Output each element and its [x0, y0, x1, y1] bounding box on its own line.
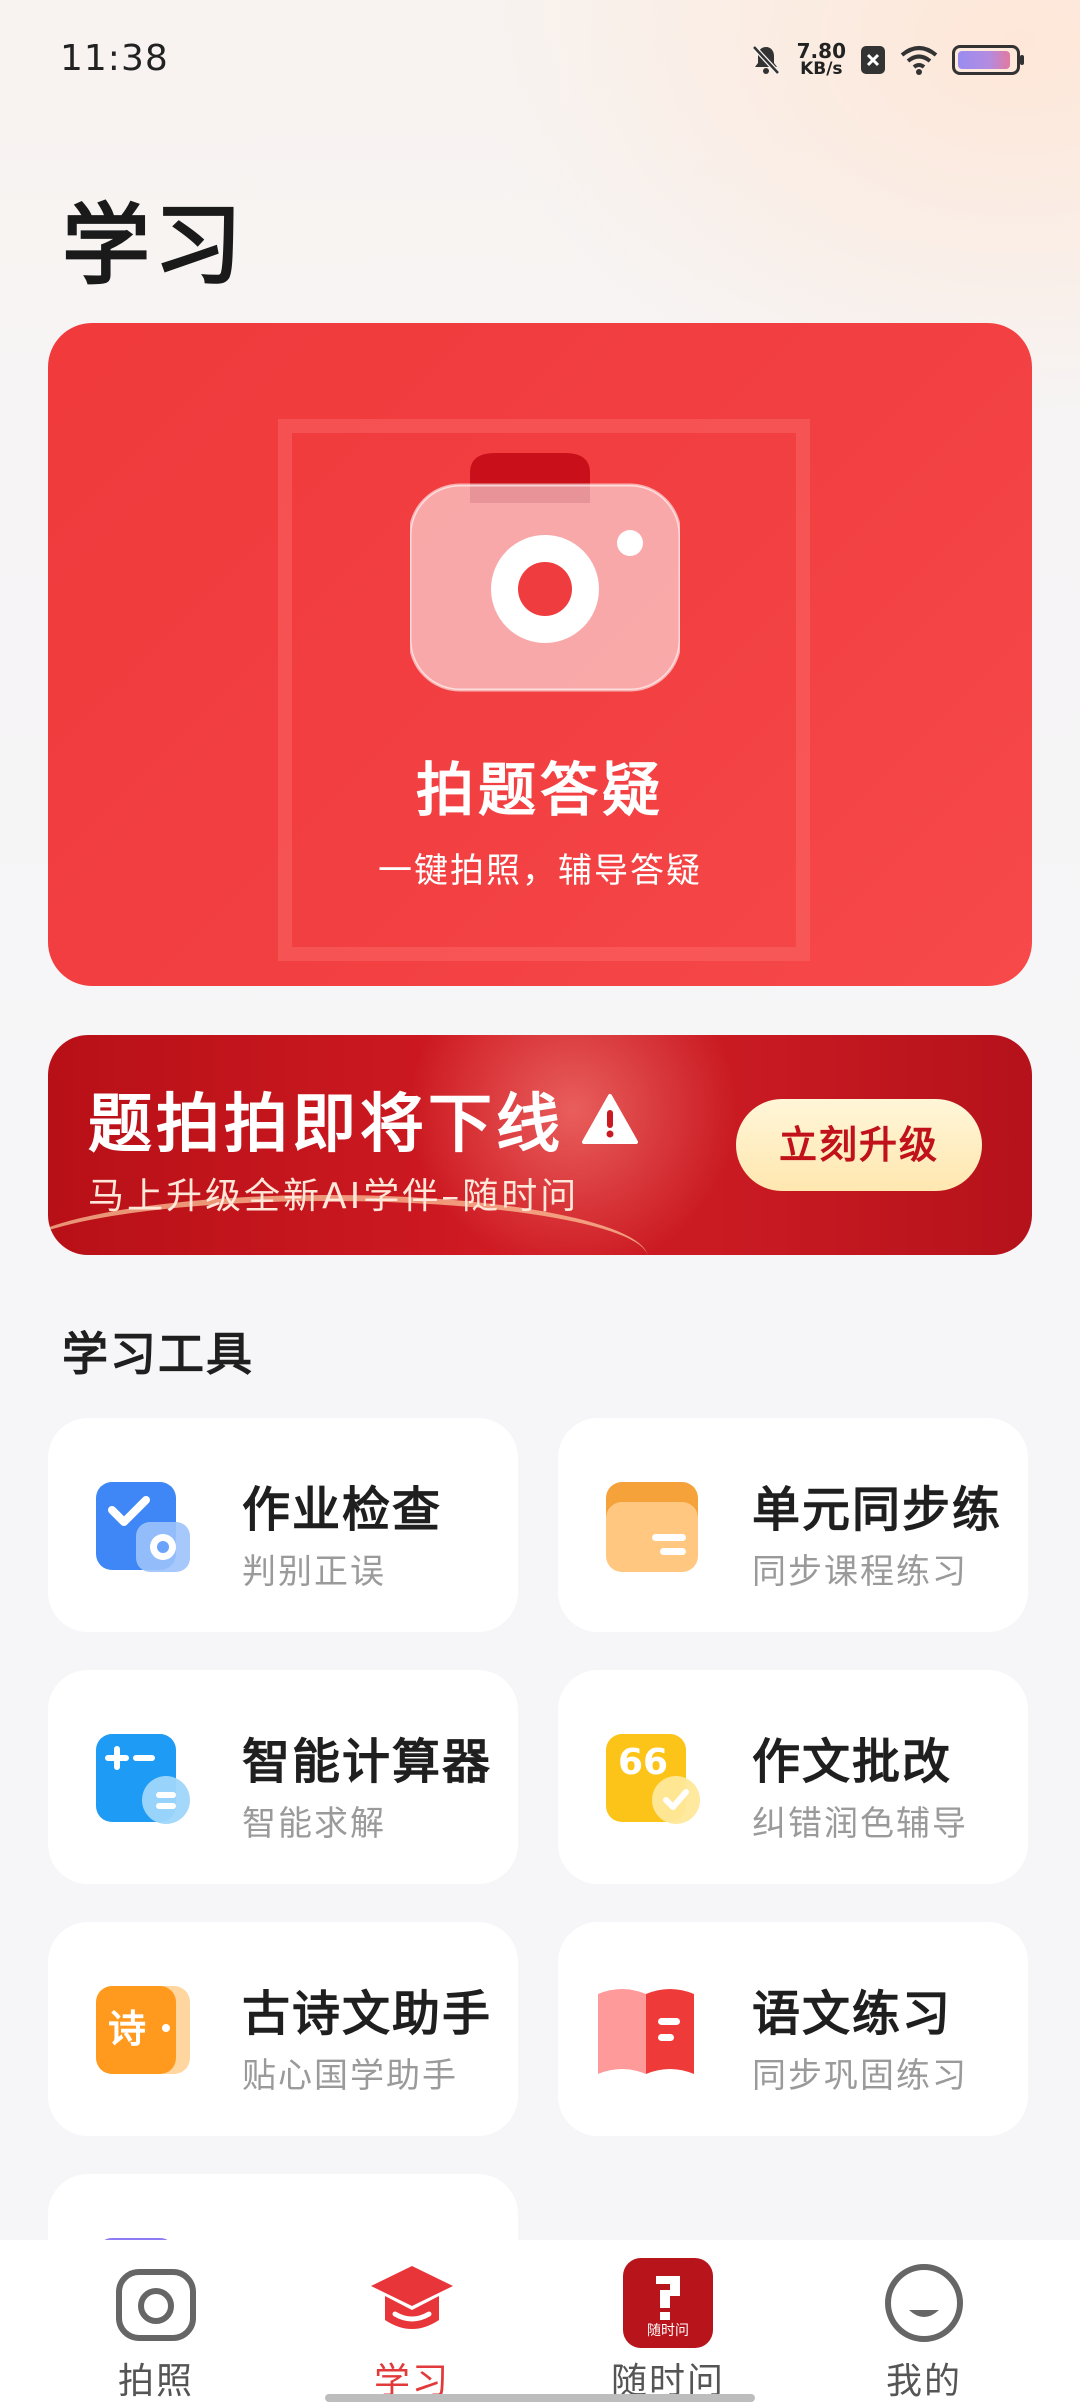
page-title: 学习 — [62, 194, 247, 297]
sim-off-icon — [861, 46, 885, 74]
warning-icon — [582, 1094, 638, 1144]
tool-desc: 同步课程练习 — [752, 1552, 968, 1592]
nav-item-camera[interactable]: 拍照 — [56, 2258, 256, 2402]
banner-title: 题拍拍即将下线 — [88, 1073, 638, 1165]
nav-item-ask-anytime[interactable]: 随时问 随时问 — [568, 2258, 768, 2402]
essay-correction-icon: 66 — [606, 1734, 700, 1824]
status-icons: 7.80 KB/s — [749, 39, 1024, 80]
network-speed-value: 7.80 — [796, 39, 846, 63]
tool-poetry-helper[interactable]: 诗 古诗文助手 贴心国学助手 — [48, 1922, 518, 2136]
camera-icon — [116, 2269, 196, 2341]
camera-icon — [410, 453, 680, 692]
profile-face-icon — [885, 2264, 963, 2342]
mute-bell-icon — [751, 45, 780, 75]
status-time: 11:38 — [60, 38, 169, 79]
tool-calculator[interactable]: 智能计算器 智能求解 — [48, 1670, 518, 1884]
nav-label: 我的 — [885, 2361, 962, 2402]
tool-desc: 判别正误 — [242, 1552, 386, 1592]
poetry-icon: 诗 — [96, 1986, 190, 2074]
network-speed: 7.80 KB/s — [796, 39, 846, 79]
upgrade-banner[interactable]: 题拍拍即将下线 马上升级全新AI学伴–随时问 立刻升级 — [48, 1035, 1032, 1255]
nav-item-study[interactable]: 学习 — [312, 2258, 512, 2402]
svg-text:66: 66 — [618, 1742, 668, 1783]
tool-desc: 智能求解 — [242, 1804, 386, 1844]
tool-essay-correction[interactable]: 66 作文批改 纠错润色辅导 — [558, 1670, 1028, 1884]
tool-desc: 同步巩固练习 — [752, 2056, 968, 2096]
tool-desc: 纠错润色辅导 — [752, 1804, 968, 1844]
homework-check-icon — [96, 1482, 190, 1572]
suishiwen-app-icon: 随时问 — [623, 2258, 713, 2348]
tool-homework-check[interactable]: 作业检查 判别正误 — [48, 1418, 518, 1632]
nav-badge-text: 随时问 — [647, 2323, 689, 2339]
status-bar: 11:38 7.80 KB/s — [0, 0, 1080, 120]
banner-title-text: 题拍拍即将下线 — [88, 1088, 564, 1162]
svg-text:诗: 诗 — [108, 2007, 146, 2051]
tool-name: 单元同步练 — [752, 1482, 1003, 1538]
tool-unit-practice[interactable]: 单元同步练 同步课程练习 — [558, 1418, 1028, 1632]
wifi-icon — [900, 46, 938, 75]
chinese-book-icon — [598, 1989, 694, 2074]
unit-practice-icon — [606, 1482, 698, 1572]
tool-name: 作文批改 — [752, 1734, 953, 1790]
battery-icon — [952, 45, 1024, 75]
banner-subtitle: 马上升级全新AI学伴–随时问 — [88, 1176, 580, 1217]
tool-name: 作业检查 — [242, 1482, 443, 1538]
section-title: 学习工具 — [62, 1327, 254, 1381]
photo-question-card[interactable]: 拍题答疑 一键拍照，辅导答疑 — [48, 323, 1032, 986]
network-speed-unit: KB/s — [800, 59, 843, 79]
tool-name: 语文练习 — [752, 1986, 953, 2042]
bottom-nav: 拍照 学习 随时问 随时问 我的 — [0, 2240, 1080, 2408]
hero-subtitle: 一键拍照，辅导答疑 — [378, 851, 702, 891]
home-indicator[interactable] — [325, 2394, 755, 2402]
tool-chinese-practice[interactable]: 语文练习 同步巩固练习 — [558, 1922, 1028, 2136]
tool-name: 古诗文助手 — [242, 1986, 493, 2042]
upgrade-button[interactable]: 立刻升级 — [736, 1099, 982, 1191]
tool-desc: 贴心国学助手 — [242, 2056, 458, 2096]
graduation-cap-icon — [371, 2266, 453, 2329]
tool-name: 智能计算器 — [242, 1734, 493, 1790]
nav-item-profile[interactable]: 我的 — [824, 2258, 1024, 2402]
nav-label: 拍照 — [117, 2361, 194, 2402]
calculator-icon — [96, 1734, 190, 1824]
hero-title: 拍题答疑 — [415, 756, 664, 824]
